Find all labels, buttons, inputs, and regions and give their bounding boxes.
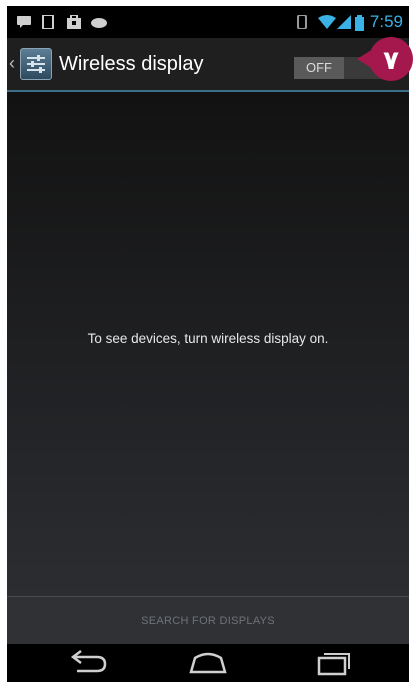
home-icon[interactable]: [183, 650, 233, 676]
page-title: Wireless display: [59, 53, 204, 75]
content-area: To see devices, turn wireless display on…: [7, 92, 409, 596]
signal-icon: [337, 15, 351, 29]
action-bar: ‹ Wireless display OFF: [7, 38, 409, 92]
settings-app-icon[interactable]: [20, 48, 52, 80]
callout-number: ٧: [383, 46, 399, 76]
search-for-displays-button[interactable]: SEARCH FOR DISPLAYS: [7, 597, 409, 645]
step-callout-badge: ٧: [357, 37, 413, 81]
message-icon: [17, 16, 31, 28]
back-icon[interactable]: [61, 650, 111, 676]
bag-icon: [67, 15, 81, 29]
battery-icon: [355, 15, 364, 31]
status-bar: 7:59: [7, 6, 409, 38]
wifi-icon: [318, 15, 336, 29]
vibrate-icon: [297, 15, 307, 29]
up-caret-icon[interactable]: ‹: [9, 54, 15, 72]
bottom-action-bar: SEARCH FOR DISPLAYS: [7, 596, 409, 645]
phone-screen: 7:59 ‹ Wireless display OFF To see devic…: [7, 6, 409, 682]
clock: 7:59: [369, 12, 403, 31]
recent-apps-icon[interactable]: [309, 650, 359, 676]
sim-icon: [42, 15, 54, 29]
empty-state-message: To see devices, turn wireless display on…: [87, 331, 329, 346]
toggle-off-label: OFF: [294, 57, 344, 79]
controller-icon: [91, 18, 107, 28]
navigation-bar: [7, 644, 409, 682]
